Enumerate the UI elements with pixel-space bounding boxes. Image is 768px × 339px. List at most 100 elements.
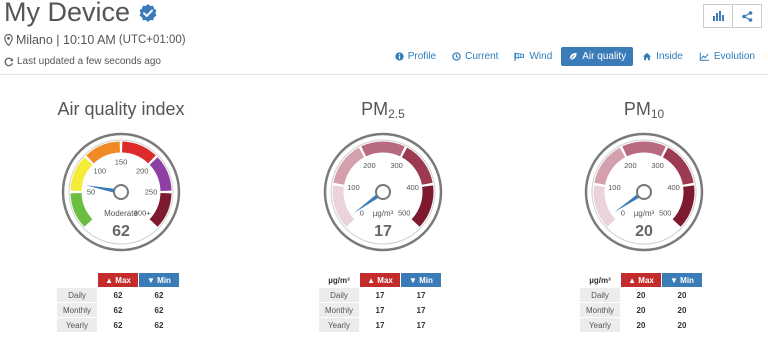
min-value: 20 bbox=[677, 290, 687, 300]
min-label: Min bbox=[680, 275, 694, 285]
aqi-stats-table: ▲ Max ▼ Min Daily 62 62 Monthly 62 62 Ye… bbox=[56, 272, 180, 333]
min-header[interactable]: ▼ Min bbox=[401, 273, 441, 287]
min-value: 62 bbox=[154, 305, 164, 315]
table-row: Daily 62 62 bbox=[57, 288, 179, 302]
gauge-tick-label: 100 bbox=[608, 183, 621, 192]
gauge-value: 62 bbox=[112, 223, 130, 240]
home-icon bbox=[643, 52, 652, 61]
min-label: Min bbox=[157, 275, 171, 285]
tab-label: Current bbox=[465, 51, 499, 62]
gauge-value: 20 bbox=[635, 223, 653, 240]
min-value: 17 bbox=[416, 320, 426, 330]
last-updated: Last updated a few seconds ago bbox=[4, 56, 161, 67]
max-value: 20 bbox=[636, 305, 646, 315]
min-value: 20 bbox=[677, 320, 687, 330]
share-icon bbox=[741, 10, 752, 22]
gauge-tick-label: 200 bbox=[136, 166, 149, 175]
row-label: Monthly bbox=[319, 303, 359, 317]
max-header[interactable]: ▲ Max bbox=[98, 273, 138, 287]
gauge-hub bbox=[636, 184, 652, 200]
max-value: 62 bbox=[113, 305, 123, 315]
map-marker-icon bbox=[4, 34, 13, 46]
page-title: My Device bbox=[4, 0, 158, 28]
header-divider bbox=[0, 74, 768, 75]
gauge-tick-label: 0 bbox=[621, 209, 625, 218]
max-value: 62 bbox=[113, 320, 123, 330]
gauge-hub bbox=[113, 184, 129, 200]
unit-header: µg/m³ bbox=[589, 275, 611, 285]
gauge-tick-label: 250 bbox=[145, 188, 158, 197]
tab-evolution[interactable]: Evolution bbox=[692, 47, 762, 66]
gauge-value: 17 bbox=[374, 223, 392, 240]
bar-chart-icon bbox=[713, 11, 724, 21]
gauge-hub bbox=[375, 184, 391, 200]
min-label: Min bbox=[419, 275, 433, 285]
max-label: Max bbox=[377, 275, 393, 285]
timezone-text: (UTC+01:00) bbox=[118, 34, 186, 46]
max-value: 17 bbox=[375, 305, 385, 315]
gauge-tick-label: 300 bbox=[390, 161, 403, 170]
pm25-stats-table: µg/m³ ▲ Max ▼ Min Daily 17 17 Monthly 17… bbox=[318, 272, 442, 333]
tab-inside[interactable]: Inside bbox=[635, 47, 690, 66]
gauge-tick-label: 50 bbox=[87, 188, 95, 197]
table-row: Monthly 62 62 bbox=[57, 303, 179, 317]
windsock-icon bbox=[514, 52, 525, 61]
line-chart-icon bbox=[699, 52, 709, 61]
tab-current[interactable]: Current bbox=[445, 47, 505, 66]
min-value: 62 bbox=[154, 320, 164, 330]
gauge-title-pm25: PM2.5 bbox=[283, 99, 483, 121]
row-label: Yearly bbox=[580, 318, 620, 332]
row-label: Monthly bbox=[57, 303, 97, 317]
gauge-title-pm10: PM10 bbox=[544, 99, 744, 121]
gauge-title-subscript: 2.5 bbox=[388, 107, 405, 121]
location-line: Milano | 10:10 AM (UTC+01:00) bbox=[4, 33, 186, 47]
gauge-band bbox=[622, 141, 666, 157]
tab-label: Evolution bbox=[713, 51, 755, 62]
max-header[interactable]: ▲ Max bbox=[621, 273, 661, 287]
table-row: Daily 17 17 bbox=[319, 288, 441, 302]
verified-badge-icon bbox=[139, 3, 157, 22]
gauge-tick-label: 300 bbox=[651, 161, 664, 170]
tab-label: Wind bbox=[529, 51, 553, 62]
gauge-unit-label: µg/m³ bbox=[634, 209, 655, 218]
row-label: Monthly bbox=[580, 303, 620, 317]
gauge-tick-label: 500 bbox=[659, 209, 672, 218]
tab-bar: Profile Current Wind Air quality Inside … bbox=[388, 47, 762, 66]
device-name: My Device bbox=[4, 0, 131, 27]
unit-header bbox=[57, 273, 97, 287]
gauge-band bbox=[361, 141, 405, 157]
gauge-title-text: PM bbox=[623, 99, 651, 119]
tab-wind[interactable]: Wind bbox=[507, 47, 559, 66]
table-row: Monthly 20 20 bbox=[580, 303, 702, 317]
gauge-tick-label: 100 bbox=[347, 183, 360, 192]
gauge-tick-label: 100 bbox=[94, 166, 107, 175]
aqi-gauge: 50100150200250300+Moderate62 bbox=[61, 132, 181, 252]
last-updated-text: Last updated a few seconds ago bbox=[17, 56, 161, 67]
max-value: 17 bbox=[375, 320, 385, 330]
min-value: 17 bbox=[416, 290, 426, 300]
table-row: Yearly 62 62 bbox=[57, 318, 179, 332]
gauge-title-aqi: Air quality index bbox=[21, 99, 221, 120]
gauge-title-subscript: 10 bbox=[650, 107, 665, 121]
pm10-stats-table: µg/m³ ▲ Max ▼ Min Daily 20 20 Monthly 20… bbox=[579, 272, 703, 333]
tab-label: Air quality bbox=[582, 51, 627, 62]
tab-label: Inside bbox=[656, 51, 683, 62]
tab-profile[interactable]: Profile bbox=[388, 47, 443, 66]
gauge-tick-label: 400 bbox=[406, 183, 419, 192]
location-text: Milano | 10:10 AM bbox=[16, 33, 116, 47]
max-label: Max bbox=[638, 275, 654, 285]
max-value: 17 bbox=[375, 290, 385, 300]
min-header[interactable]: ▼ Min bbox=[662, 273, 702, 287]
max-header[interactable]: ▲ Max bbox=[360, 273, 400, 287]
max-value: 62 bbox=[113, 290, 123, 300]
table-row: Monthly 17 17 bbox=[319, 303, 441, 317]
max-value: 20 bbox=[636, 320, 646, 330]
min-header[interactable]: ▼ Min bbox=[139, 273, 179, 287]
min-value: 17 bbox=[416, 305, 426, 315]
row-label: Yearly bbox=[319, 318, 359, 332]
min-value: 20 bbox=[677, 305, 687, 315]
chart-button[interactable] bbox=[703, 4, 733, 28]
pm25-gauge: 0 100 200 300 400 500 µg/m³ 17 bbox=[323, 132, 443, 252]
tab-air-quality[interactable]: Air quality bbox=[561, 47, 634, 66]
share-button[interactable] bbox=[733, 4, 762, 28]
